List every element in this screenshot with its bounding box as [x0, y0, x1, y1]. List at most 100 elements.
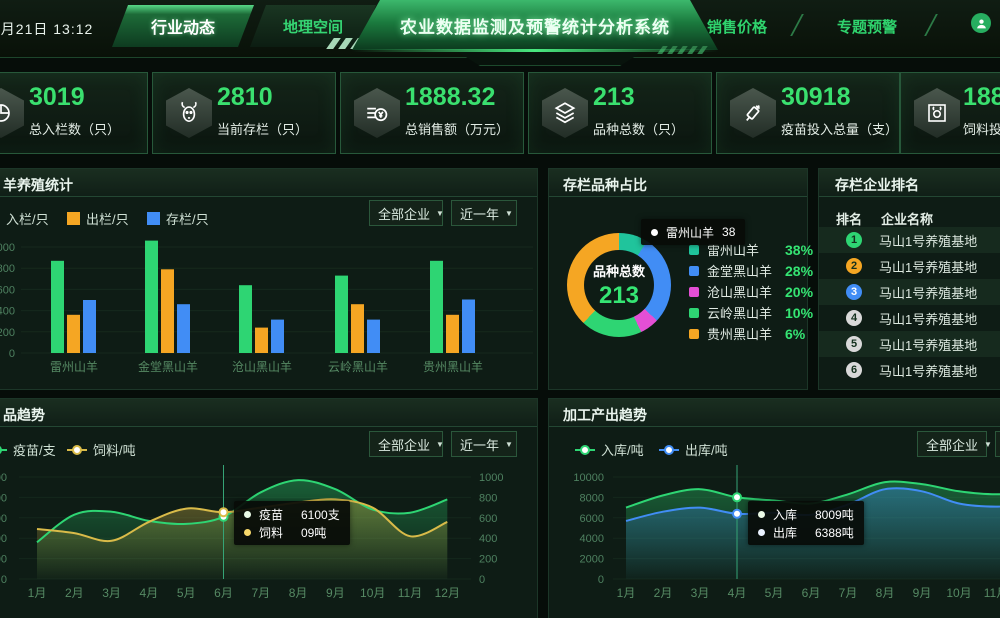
tab-alerts[interactable]: 专题预警	[837, 16, 897, 37]
svg-text:8月: 8月	[876, 586, 895, 600]
time-filter-dropdown[interactable]: 近一年 ▼	[995, 431, 1000, 457]
legend-line	[0, 449, 7, 451]
tab-sale-price[interactable]: 销售价格	[707, 16, 767, 37]
legend-percent: 20%	[785, 284, 813, 300]
svg-text:6000: 6000	[0, 513, 7, 525]
tooltip-name: 入库	[773, 506, 807, 523]
legend-swatch	[67, 212, 80, 225]
system-title-banner: 农业数据监测及预警统计分析系统	[352, 0, 718, 50]
company-name: 马山1号养殖基地	[879, 309, 977, 328]
time-filter-dropdown[interactable]: 近一年 ▼	[451, 200, 517, 226]
svg-text:沧山黑山羊: 沧山黑山羊	[232, 359, 292, 374]
svg-text:10000: 10000	[0, 472, 7, 484]
tooltip-dot	[244, 511, 251, 518]
legend-swatch	[689, 329, 699, 339]
svg-text:4000: 4000	[580, 533, 604, 545]
svg-text:8000: 8000	[580, 492, 604, 504]
svg-text:200: 200	[479, 554, 497, 566]
legend-percent: 6%	[785, 326, 805, 342]
stat-value: 3019	[29, 83, 85, 112]
pie-legend-item[interactable]: 沧山黑山羊20%	[689, 281, 813, 302]
stat-card-variety-total: 213 品种总数（只）	[528, 72, 712, 154]
pie-chart-icon	[0, 88, 24, 138]
time-filter-dropdown[interactable]: 近一年 ▼	[451, 431, 517, 457]
svg-text:7月: 7月	[251, 586, 270, 600]
svg-text:1月: 1月	[28, 586, 47, 600]
stat-card-current-stock: 2810 当前存栏（只）	[152, 72, 336, 154]
svg-text:10000: 10000	[573, 472, 604, 484]
ranking-row[interactable]: 6马山1号养殖基地	[819, 357, 1000, 383]
svg-text:2月: 2月	[654, 586, 673, 600]
svg-text:0: 0	[1, 574, 7, 586]
panel-processing-output-trend: 加工产出趋势 入库/吨 出库/吨 全部企业 ▼ 近一年 ▼ 1000080006…	[548, 398, 1000, 618]
svg-text:400: 400	[0, 306, 15, 318]
stat-label: 总销售额（万元）	[405, 119, 509, 138]
dropdown-value: 全部企业	[378, 204, 430, 223]
ranking-row[interactable]: 1马山1号养殖基地	[819, 227, 1000, 253]
stat-value: 213	[593, 83, 635, 112]
rank-badge: 2	[846, 258, 862, 274]
ranking-row[interactable]: 4马山1号养殖基地	[819, 305, 1000, 331]
page-title: 农业数据监测及预警统计分析系统	[400, 13, 670, 38]
legend-line	[659, 449, 679, 451]
user-avatar-icon[interactable]	[971, 13, 991, 33]
chevron-down-icon: ▼	[436, 440, 444, 449]
panel-header: 品趋势	[0, 399, 537, 427]
stat-value: 2810	[217, 83, 273, 112]
panel-inputs-trend: 品趋势 疫苗/支 饲料/吨 全部企业 ▼ 近一年 ▼ 1000010008000…	[0, 398, 538, 618]
stat-label: 饲料投入	[963, 119, 1000, 138]
ranking-row[interactable]: 2马山1号养殖基地	[819, 253, 1000, 279]
panel-title: 加工产出趋势	[563, 405, 647, 425]
dropdown-value: 全部企业	[378, 435, 430, 454]
panel-sheep-breeding-stats: 羊养殖统计 入栏/只 出栏/只 存栏/只 全部企业 ▼ 近一年 ▼ 020040…	[0, 168, 538, 390]
tab-label: 地理空间	[283, 16, 343, 37]
svg-text:800: 800	[0, 263, 15, 275]
ranking-list: 1马山1号养殖基地2马山1号养殖基地3马山1号养殖基地4马山1号养殖基地5马山1…	[819, 227, 1000, 383]
tab-label: 行业动态	[151, 14, 215, 38]
svg-text:2000: 2000	[0, 554, 7, 566]
svg-text:11月: 11月	[984, 586, 1000, 600]
pie-legend-item[interactable]: 贵州黑山羊6%	[689, 323, 813, 344]
legend-label: 贵州黑山羊	[707, 324, 785, 343]
tab-industry-news[interactable]: 行业动态	[112, 5, 254, 47]
pie-legend-item[interactable]: 金堂黑山羊28%	[689, 260, 813, 281]
donut-tooltip: 雷州山羊 38	[641, 219, 745, 245]
legend-line	[67, 449, 87, 451]
svg-text:8月: 8月	[289, 586, 308, 600]
panel-title: 存栏品种占比	[563, 175, 647, 195]
tooltip-name: 出库	[773, 524, 807, 541]
goat-icon	[166, 88, 212, 138]
divider	[924, 14, 938, 36]
tooltip-value: 8009吨	[815, 506, 854, 523]
tooltip-value: 6100支	[301, 506, 340, 523]
ranking-row[interactable]: 3马山1号养殖基地	[819, 279, 1000, 305]
svg-text:5月: 5月	[177, 586, 196, 600]
pie-legend-item[interactable]: 云岭黑山羊10%	[689, 302, 813, 323]
tooltip-name: 雷州山羊	[666, 224, 714, 241]
ranking-row[interactable]: 5马山1号养殖基地	[819, 331, 1000, 357]
svg-text:8000: 8000	[0, 492, 7, 504]
company-filter-dropdown[interactable]: 全部企业 ▼	[917, 431, 987, 457]
chevron-down-icon: ▼	[984, 440, 992, 449]
donut-center: 品种总数 213	[567, 233, 671, 337]
stat-label: 品种总数（只）	[593, 119, 684, 138]
chevron-down-icon: ▼	[505, 440, 513, 449]
divider	[790, 14, 804, 36]
svg-text:0: 0	[479, 574, 485, 586]
company-filter-dropdown[interactable]: 全部企业 ▼	[369, 200, 443, 226]
breeding-bar-chart[interactable]: 02004006008001000雷州山羊金堂黑山羊沧山黑山羊云岭黑山羊贵州黑山…	[0, 225, 539, 385]
company-filter-dropdown[interactable]: 全部企业 ▼	[369, 431, 443, 457]
svg-text:7月: 7月	[839, 586, 858, 600]
svg-text:5月: 5月	[765, 586, 784, 600]
company-name: 马山1号养殖基地	[879, 283, 977, 302]
svg-text:1000: 1000	[479, 472, 503, 484]
feed-box-icon	[914, 88, 960, 138]
svg-text:10月: 10月	[946, 586, 971, 600]
donut-center-label: 品种总数	[593, 261, 645, 280]
svg-text:3月: 3月	[102, 586, 121, 600]
legend-percent: 28%	[785, 263, 813, 279]
svg-text:0: 0	[9, 348, 15, 360]
column-header-company: 企业名称	[881, 209, 933, 228]
dashboard: 1月21日 13:12 行业动态 地理空间 农业数据监测及预警统计分析系统 销售…	[0, 0, 1000, 618]
rank-badge: 1	[846, 232, 862, 248]
